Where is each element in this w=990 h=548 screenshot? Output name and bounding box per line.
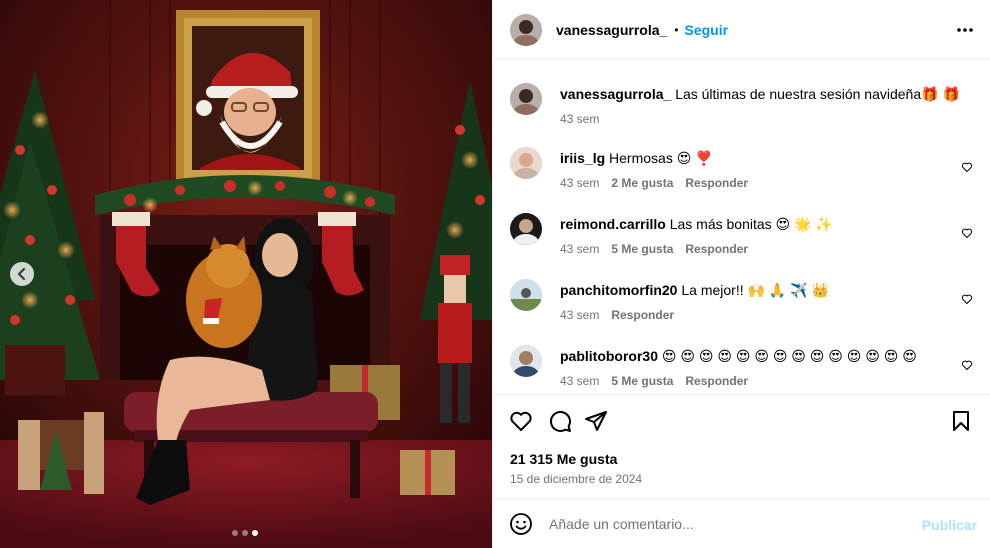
post-header: vanessagurrola_ • Seguir (493, 0, 990, 60)
carousel-dot-active (252, 530, 258, 536)
avatar-image (510, 83, 542, 115)
comment-item: iriis_lg Hermosas 😍 ❣️ 43 sem 2 Me gusta… (510, 147, 980, 195)
like-comment-heart-icon[interactable] (961, 227, 973, 239)
like-comment-heart-icon[interactable] (961, 359, 973, 371)
post-media[interactable] (0, 0, 492, 548)
comment-text: La mejor!! 🙌 🙏 ✈️ 👑 (681, 282, 829, 298)
action-bar (509, 409, 977, 435)
chevron-left-icon (18, 268, 25, 280)
comment-likes[interactable]: 2 Me gusta (611, 176, 673, 190)
commenter-avatar[interactable] (510, 345, 542, 377)
post-dialog: vanessagurrola_ • Seguir vanessagurrola_… (0, 0, 990, 548)
comment-item: reimond.carrillo Las más bonitas 😍 🌟 ✨ 4… (510, 213, 980, 261)
post-date[interactable]: 15 de diciembre de 2024 (510, 472, 642, 486)
comment-content: panchitomorfin20 La mejor!! 🙌 🙏 ✈️ 👑 43 … (560, 279, 960, 322)
avatar-image (510, 345, 542, 377)
christmas-photo (0, 0, 492, 548)
caption-time[interactable]: 43 sem (560, 112, 599, 126)
caption-text: Las últimas de nuestra sesión navideña🎁 … (675, 86, 960, 102)
comments-list[interactable]: vanessagurrola_ Las últimas de nuestra s… (493, 61, 990, 394)
comment-username[interactable]: reimond.carrillo (560, 216, 666, 232)
caption-item: vanessagurrola_ Las últimas de nuestra s… (510, 83, 980, 131)
comment-text: Hermosas 😍 ❣️ (609, 150, 713, 166)
more-horizontal-icon (957, 28, 973, 32)
caption-avatar[interactable] (510, 83, 542, 115)
likes-count[interactable]: 21 315 Me gusta (510, 451, 617, 467)
caption-content: vanessagurrola_ Las últimas de nuestra s… (560, 83, 960, 126)
follow-button[interactable]: Seguir (685, 22, 729, 38)
post-actions: 21 315 Me gusta 15 de diciembre de 2024 (493, 394, 990, 499)
reply-button[interactable]: Responder (685, 242, 748, 256)
commenter-avatar[interactable] (510, 279, 542, 311)
carousel-indicator (232, 530, 258, 536)
comment-username[interactable]: iriis_lg (560, 150, 605, 166)
author-username[interactable]: vanessagurrola_ (556, 22, 667, 38)
add-comment-bar: Publicar (493, 499, 990, 548)
author-avatar[interactable] (510, 13, 542, 46)
comment-time[interactable]: 43 sem (560, 176, 599, 190)
comment-time[interactable]: 43 sem (560, 374, 599, 388)
comment-username[interactable]: panchitomorfin20 (560, 282, 677, 298)
caption-username[interactable]: vanessagurrola_ (560, 86, 671, 102)
comment-time[interactable]: 43 sem (560, 308, 599, 322)
comment-bubble-icon[interactable] (548, 409, 572, 433)
more-options-button[interactable] (955, 20, 975, 40)
heart-outline-icon[interactable] (509, 409, 533, 433)
bookmark-icon[interactable] (949, 409, 973, 433)
paper-plane-icon[interactable] (584, 409, 608, 433)
post-side-panel: vanessagurrola_ • Seguir vanessagurrola_… (492, 0, 990, 548)
comment-text: Las más bonitas 😍 🌟 ✨ (669, 216, 833, 232)
comment-username[interactable]: pablitoboror30 (560, 348, 658, 364)
smiley-icon[interactable] (509, 512, 533, 536)
comment-time[interactable]: 43 sem (560, 242, 599, 256)
comment-likes[interactable]: 5 Me gusta (611, 374, 673, 388)
comment-content: iriis_lg Hermosas 😍 ❣️ 43 sem 2 Me gusta… (560, 147, 960, 190)
comment-content: reimond.carrillo Las más bonitas 😍 🌟 ✨ 4… (560, 213, 960, 256)
avatar-image (510, 147, 542, 179)
reply-button[interactable]: Responder (685, 176, 748, 190)
like-comment-heart-icon[interactable] (961, 161, 973, 173)
comment-item: panchitomorfin20 La mejor!! 🙌 🙏 ✈️ 👑 43 … (510, 279, 980, 327)
publish-button[interactable]: Publicar (922, 517, 977, 533)
comment-likes[interactable]: 5 Me gusta (611, 242, 673, 256)
commenter-avatar[interactable] (510, 213, 542, 245)
comment-input[interactable] (549, 516, 889, 532)
avatar-image (510, 13, 542, 46)
reply-button[interactable]: Responder (611, 308, 674, 322)
commenter-avatar[interactable] (510, 147, 542, 179)
carousel-dot (232, 530, 238, 536)
comment-text: 😍 😍 😍 😍 😍 😍 😍 😍 😍 😍 😍 😍 😍 😍 (661, 348, 917, 364)
separator-dot: • (674, 22, 679, 37)
avatar-image (510, 279, 542, 311)
reply-button[interactable]: Responder (685, 374, 748, 388)
carousel-prev-button[interactable] (10, 262, 34, 286)
avatar-image (510, 213, 542, 245)
comment-content: pablitoboror30 😍 😍 😍 😍 😍 😍 😍 😍 😍 😍 😍 😍 😍… (560, 345, 960, 388)
comment-item: pablitoboror30 😍 😍 😍 😍 😍 😍 😍 😍 😍 😍 😍 😍 😍… (510, 345, 980, 393)
carousel-dot (242, 530, 248, 536)
like-comment-heart-icon[interactable] (961, 293, 973, 305)
